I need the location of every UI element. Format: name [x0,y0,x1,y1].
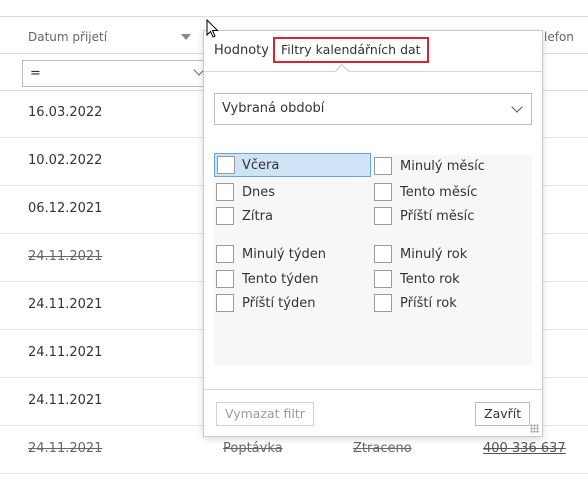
checkbox[interactable] [374,157,392,175]
checkbox[interactable] [374,270,392,288]
checkbox[interactable] [374,294,392,312]
checkbox[interactable] [216,270,234,288]
period-option-label: Minulý měsíc [400,159,485,174]
period-option-label: Tento rok [400,272,460,287]
close-button[interactable]: Zavřít [475,402,531,426]
row-date: 10.02.2022 [28,153,103,168]
period-option-label: Včera [242,158,280,173]
period-select[interactable]: Vybraná období [214,93,532,125]
active-tab-pointer [334,63,350,79]
checkbox[interactable] [216,294,234,312]
checkbox[interactable] [374,207,392,225]
row-date: 24.11.2021 [28,249,103,264]
column-menu-arrow-icon[interactable] [181,34,191,40]
row-state: Poptávka [223,441,283,456]
checkbox[interactable] [216,183,234,201]
row-date: 24.11.2021 [28,345,103,360]
column-header-date[interactable]: Datum přijetí [28,30,107,44]
period-option-label: Tento týden [242,272,319,287]
row-result: Ztraceno [353,441,412,456]
clear-filter-button[interactable]: Vymazat filtr [216,402,314,426]
period-option-label: Příští týden [242,296,316,311]
date-filter-popup: Hodnoty Filtry kalendářních dat Vybraná … [203,30,543,437]
period-select-value: Vybraná období [222,101,325,116]
checkbox[interactable] [374,245,392,263]
row-date: 24.11.2021 [28,441,103,456]
period-option-label: Tento měsíc [400,185,478,200]
period-option[interactable]: Včera [214,153,371,177]
checkbox[interactable] [216,207,234,225]
row-date: 24.11.2021 [28,297,103,312]
row-date: 24.11.2021 [28,393,103,408]
resize-grip-icon[interactable] [530,424,539,433]
period-option-label: Minulý rok [400,247,468,262]
period-option-label: Zítra [242,209,273,224]
tab-divider [204,71,542,72]
checkbox[interactable] [374,183,392,201]
checkbox[interactable] [216,245,234,263]
period-options-list: Včera Dnes Zítra Minulý týden Tento týden Pří… [214,153,532,365]
period-option-label: Minulý týden [242,247,327,262]
tab-date-filters[interactable]: Filtry kalendářních dat [273,37,429,63]
footer-divider [204,389,542,390]
checkbox[interactable] [217,156,235,174]
mouse-cursor-icon [206,19,219,38]
column-header-phone[interactable]: lefon [544,30,574,44]
row-date: 16.03.2022 [28,105,103,120]
period-option-label: Příští měsíc [400,209,475,224]
row-date: 06.12.2021 [28,201,103,216]
row-divider [0,473,588,474]
date-filter-operator-select[interactable]: = [22,60,208,87]
period-option-label: Příští rok [400,296,457,311]
tab-values[interactable]: Hodnoty [214,43,269,58]
row-phone-link[interactable]: 400 336 637 [483,441,566,456]
period-option-label: Dnes [242,185,276,200]
grid-top-border [0,16,588,17]
chevron-down-icon [511,101,523,113]
